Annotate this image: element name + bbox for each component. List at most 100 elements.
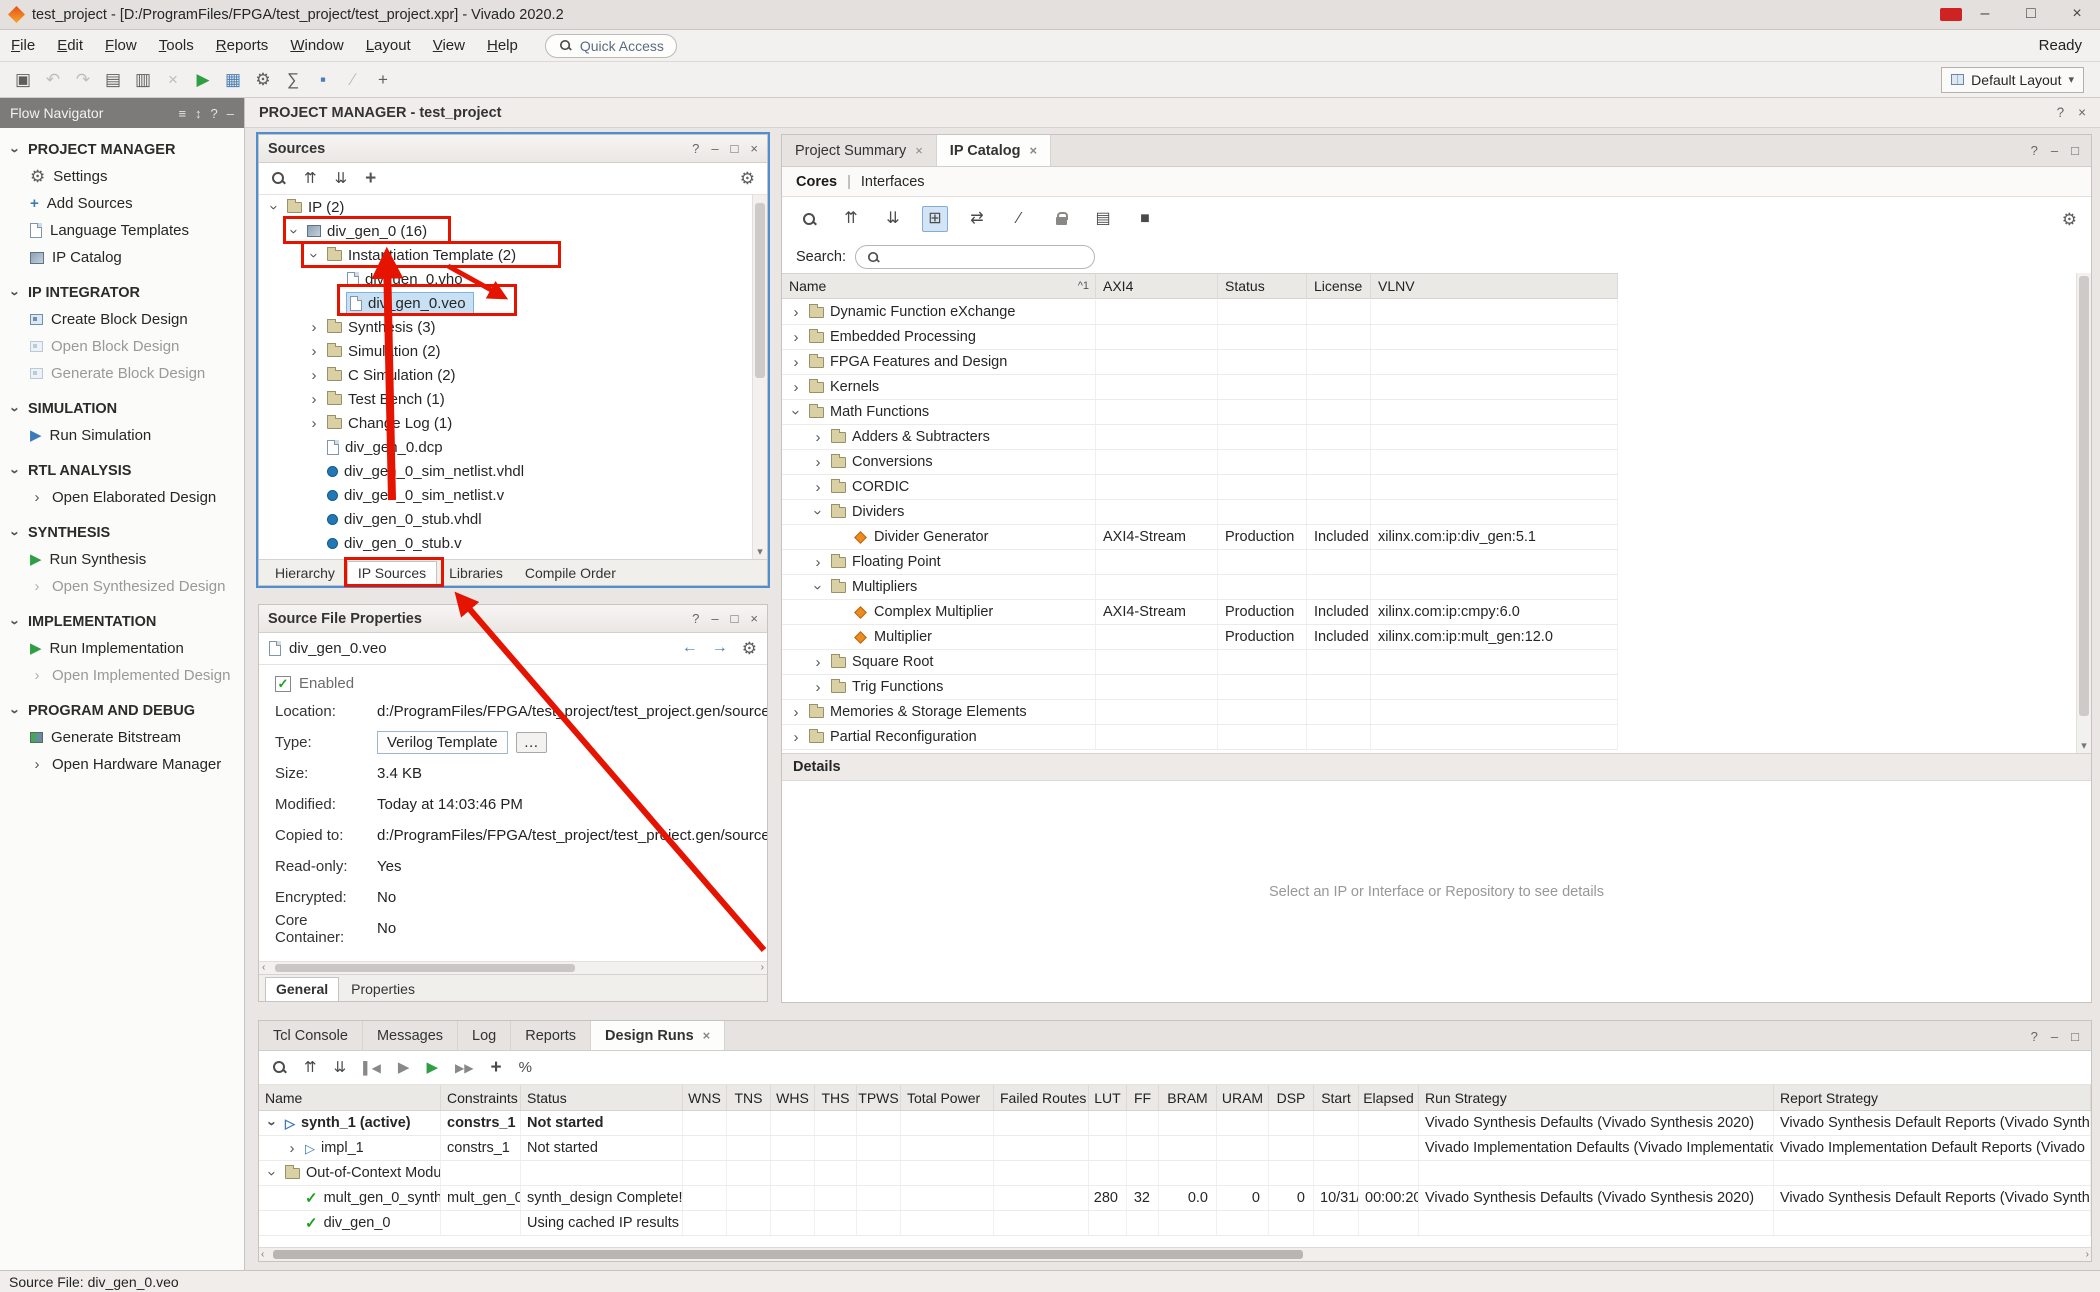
catalog-row-kernels[interactable]: › Kernels [782,375,1618,400]
flownav-section-header-synthesis[interactable]: › SYNTHESIS [0,520,244,546]
repository-icon[interactable]: ▤ [1090,206,1116,232]
chevron-expanded-icon[interactable]: › [265,1166,280,1180]
flownav-section-header-rtl-analysis[interactable]: › RTL ANALYSIS [0,458,244,484]
resize-icon[interactable]: ↕ [195,107,202,120]
bottom-tab-messages[interactable]: Messages [363,1021,458,1050]
catalog-row-multipliers[interactable]: › Multipliers [782,575,1618,600]
help-icon[interactable]: ? [211,107,218,120]
source-tree-item-div-gen-0-stub-vhdl[interactable]: ›div_gen_0_stub.vhdl [259,507,752,531]
chevron-collapsed-icon[interactable]: › [811,655,825,670]
flownav-item-run-simulation[interactable]: ▶ Run Simulation [0,422,244,449]
design-run-row-mult-gen-0-synth-1[interactable]: ›✓ mult_gen_0_synth_1mult_gen_0synth_des… [259,1186,2091,1211]
collapse-all-icon[interactable]: ⇈ [304,1060,317,1075]
bottom-tab-design-runs[interactable]: Design Runs × [591,1021,725,1050]
doc-tab-project-summary[interactable]: Project Summary × [782,135,937,166]
flownav-item-ip-catalog[interactable]: IP Catalog [0,244,244,271]
fast-forward-icon[interactable]: ▶▶ [455,1062,473,1074]
source-tree-item-div-gen-0-stub-v[interactable]: ›div_gen_0_stub.v [259,531,752,555]
design-run-row-synth-1-active[interactable]: ›▷ synth_1 (active)constrs_1Not startedV… [259,1111,2091,1136]
scroll-left-icon[interactable]: ‹ [262,962,265,974]
help-icon[interactable]: ? [692,142,699,155]
lock-icon[interactable] [1048,206,1074,232]
chevron-collapsed-icon[interactable]: › [811,680,825,695]
flownav-item-open-synthesized-design[interactable]: › Open Synthesized Design [0,573,244,600]
flownav-item-open-block-design[interactable]: Open Block Design [0,333,244,360]
scrollbar-thumb[interactable] [275,964,575,972]
flownav-item-run-synthesis[interactable]: ▶ Run Synthesis [0,546,244,573]
chevron-collapsed-icon[interactable]: › [811,555,825,570]
chevron-collapsed-icon[interactable]: › [789,305,803,320]
forward-icon[interactable]: → [712,640,728,657]
menu-file[interactable]: File [0,37,46,54]
sum-icon[interactable]: ∑ [280,67,306,93]
source-tree-item-div-gen-0-sim-netlist-vhdl[interactable]: ›div_gen_0_sim_netlist.vhdl [259,459,752,483]
sources-tab-ip-sources[interactable]: IP Sources [347,561,437,585]
menu-layout[interactable]: Layout [355,37,422,54]
float-icon[interactable]: □ [731,612,739,625]
close-icon[interactable]: × [915,143,923,158]
properties-tab-properties[interactable]: Properties [341,978,425,1001]
vertical-scrollbar[interactable]: ▾ [752,195,767,559]
doc-tab-ip-catalog[interactable]: IP Catalog × [937,135,1051,166]
catalog-row-fpga-features-and-design[interactable]: › FPGA Features and Design [782,350,1618,375]
flownav-item-language-templates[interactable]: Language Templates [0,217,244,244]
runs-column-total-power[interactable]: Total Power [901,1085,994,1110]
runs-column-wns[interactable]: WNS [683,1085,727,1110]
source-tree-item-ip-2[interactable]: ›IP (2) [259,195,752,219]
catalog-row-cordic[interactable]: › CORDIC [782,475,1618,500]
delete-icon[interactable]: × [160,67,186,93]
source-tree-item-change-log-1[interactable]: ›Change Log (1) [259,411,752,435]
copy-icon[interactable]: ▤ [100,67,126,93]
chevron-collapsed-icon[interactable]: › [307,392,321,407]
catalog-row-multiplier[interactable]: › Multiplier Production Included xilinx.… [782,625,1618,650]
catalog-row-dynamic-function-exchange[interactable]: › Dynamic Function eXchange [782,300,1618,325]
chevron-collapsed-icon[interactable]: › [30,757,44,772]
details-pane-icon[interactable]: ■ [1132,206,1158,232]
source-tree-item-test-bench-1[interactable]: ›Test Bench (1) [259,387,752,411]
runs-column-elapsed[interactable]: Elapsed [1359,1085,1419,1110]
flownav-item-open-hardware-manager[interactable]: › Open Hardware Manager [0,751,244,778]
flownav-item-generate-bitstream[interactable]: Generate Bitstream [0,724,244,751]
column-header-status[interactable]: Status [1218,274,1307,298]
source-tree-item-simulation-2[interactable]: ›Simulation (2) [259,339,752,363]
catalog-row-math-functions[interactable]: › Math Functions [782,400,1618,425]
horizontal-scrollbar[interactable]: ‹ › [259,961,767,974]
add-sources-icon[interactable]: + [365,169,376,188]
runs-column-tpws[interactable]: TPWS [857,1085,901,1110]
flownav-item-run-implementation[interactable]: ▶ Run Implementation [0,635,244,662]
bottom-tab-log[interactable]: Log [458,1021,511,1050]
help-icon[interactable]: ? [2031,1030,2038,1043]
minimize-icon[interactable]: – [2051,1030,2058,1043]
catalog-row-trig-functions[interactable]: › Trig Functions [782,675,1618,700]
column-header-vlnv[interactable]: VLNV [1371,274,1618,298]
runs-column-status[interactable]: Status [521,1085,683,1110]
catalog-row-square-root[interactable]: › Square Root [782,650,1618,675]
catalog-row-memories-storage-elements[interactable]: › Memories & Storage Elements [782,700,1618,725]
design-run-row-out-of-context-module-runs[interactable]: › Out-of-Context Module Runs [259,1161,2091,1186]
close-button[interactable]: × [2054,0,2100,30]
ellipsis-button[interactable]: … [516,732,547,753]
close-icon[interactable]: × [703,1028,711,1043]
layout-selector[interactable]: Default Layout ▾ [1941,67,2084,93]
type-dropdown[interactable]: Verilog Template [377,731,508,754]
menu-tools[interactable]: Tools [148,37,205,54]
close-icon[interactable]: × [1029,143,1037,158]
chevron-expanded-icon[interactable]: › [789,405,804,419]
collapse-all-icon[interactable]: ⇈ [838,206,864,232]
search-icon[interactable] [271,171,286,186]
chevron-collapsed-icon[interactable]: › [811,480,825,495]
chevron-expanded-icon[interactable]: › [267,200,282,214]
source-tree-item-div-gen-0-vho[interactable]: ›div_gen_0.vho [259,267,752,291]
settings-gear-icon[interactable]: ⚙ [2062,211,2077,228]
search-icon[interactable] [796,206,822,232]
menu-reports[interactable]: Reports [205,37,280,54]
scroll-right-icon[interactable]: › [761,962,764,974]
design-run-row-div-gen-0[interactable]: ›✓ div_gen_0Using cached IP results [259,1211,2091,1236]
runs-column-report-strategy[interactable]: Report Strategy [1774,1085,2091,1110]
flownav-item-create-block-design[interactable]: Create Block Design [0,306,244,333]
probe-icon[interactable]: + [370,67,396,93]
runs-column-name[interactable]: Name [259,1085,441,1110]
catalog-row-floating-point[interactable]: › Floating Point [782,550,1618,575]
horizontal-scrollbar[interactable]: ‹ › [259,1247,2091,1261]
menu-help[interactable]: Help [476,37,529,54]
